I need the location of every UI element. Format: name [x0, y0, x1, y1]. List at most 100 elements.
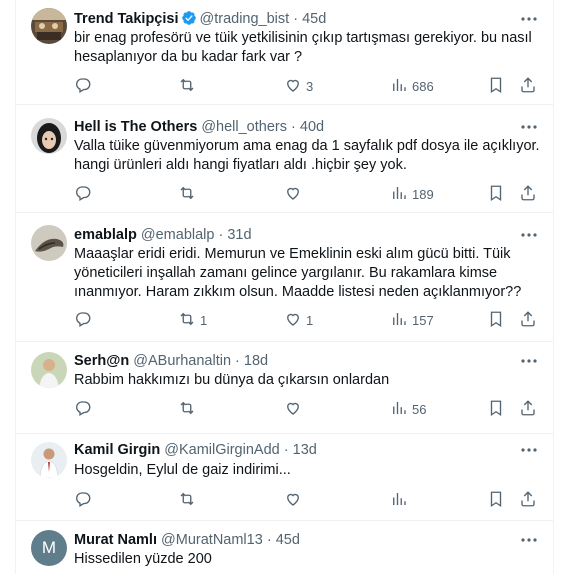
tweet-text: Maaaşlar eridi eridi. Memurun ve Emeklin…: [74, 246, 522, 300]
views-button[interactable]: 686: [390, 76, 434, 96]
more-options-icon[interactable]: [519, 118, 539, 136]
separator-dot: ·: [266, 532, 272, 548]
retweet-button[interactable]: [178, 184, 200, 204]
tweet-text: Rabbim hakkımızı bu dünya da çıkarsın on…: [74, 372, 390, 388]
timestamp[interactable]: 45d: [276, 532, 300, 548]
reply-button[interactable]: [74, 490, 96, 510]
views-button[interactable]: [390, 490, 412, 510]
share-icon: [519, 76, 537, 97]
views-button[interactable]: 157: [390, 310, 434, 330]
reply-icon: [74, 310, 92, 331]
tweet[interactable]: M Murat Namlı @MuratNaml13 · 45d Hissedi…: [16, 521, 553, 574]
retweet-icon: [178, 76, 196, 97]
author-handle[interactable]: @MuratNaml13: [161, 532, 263, 548]
share-button[interactable]: [519, 490, 537, 510]
separator-dot: ·: [293, 11, 299, 27]
avatar[interactable]: [31, 118, 67, 154]
tweet[interactable]: Serh@n @ABurhanaltin · 18d Rabbim hakkım…: [16, 342, 553, 434]
author-handle[interactable]: @emablalp: [141, 227, 215, 243]
more-options-icon[interactable]: [519, 531, 539, 549]
author-name[interactable]: emablalp: [74, 227, 137, 243]
tweet-text: Hissedilen yüzde 200: [74, 551, 212, 567]
reply-button[interactable]: [74, 399, 96, 419]
tweet[interactable]: Kamil Girgin @KamilGirginAdd · 13d Hosge…: [16, 434, 553, 521]
author-name[interactable]: Murat Namlı: [74, 532, 157, 548]
tweet-text: bir enag profesörü ve tüik yetkilisinin …: [74, 30, 532, 65]
timestamp[interactable]: 31d: [227, 227, 251, 243]
share-button[interactable]: [519, 399, 537, 419]
more-options-icon[interactable]: [519, 352, 539, 370]
views-button[interactable]: 189: [390, 184, 434, 204]
bookmark-icon: [487, 184, 505, 205]
analytics-icon: [390, 310, 408, 331]
author-name[interactable]: Kamil Girgin: [74, 442, 160, 458]
separator-dot: ·: [218, 227, 224, 243]
like-button[interactable]: [284, 184, 306, 204]
analytics-icon: [390, 184, 408, 205]
tweet[interactable]: Trend Takipçisi @trading_bist · 45d bir e…: [16, 0, 553, 105]
bookmark-icon: [487, 399, 505, 420]
timestamp[interactable]: 18d: [244, 353, 268, 369]
author-name[interactable]: Trend Takipçisi: [74, 11, 179, 27]
bookmark-button[interactable]: [487, 184, 505, 204]
retweet-icon: [178, 184, 196, 205]
share-button[interactable]: [519, 310, 537, 330]
tweet-text: Valla tüike güvenmiyorum ama enag da 1 s…: [74, 138, 540, 173]
author-name[interactable]: Hell is The Others: [74, 119, 197, 135]
bookmark-button[interactable]: [487, 399, 505, 419]
retweet-button[interactable]: 1: [178, 310, 207, 330]
like-button[interactable]: 1: [284, 310, 313, 330]
analytics-icon: [390, 76, 408, 97]
share-button[interactable]: [519, 76, 537, 96]
like-button[interactable]: 3: [284, 76, 313, 96]
reply-icon: [74, 76, 92, 97]
avatar[interactable]: [31, 352, 67, 388]
avatar[interactable]: [31, 442, 67, 478]
avatar-letter: M: [41, 538, 57, 557]
more-options-icon[interactable]: [519, 10, 539, 28]
tweet[interactable]: emablalp @emablalp · 31d Maaaşlar eridi …: [16, 213, 553, 342]
heart-icon: [284, 76, 302, 97]
author-name[interactable]: Serh@n: [74, 353, 129, 369]
bookmark-icon: [487, 490, 505, 511]
retweet-icon: [178, 490, 196, 511]
share-icon: [519, 399, 537, 420]
author-handle[interactable]: @hell_others: [201, 119, 287, 135]
more-options-icon[interactable]: [519, 441, 539, 459]
bookmark-button[interactable]: [487, 310, 505, 330]
reply-icon: [74, 399, 92, 420]
share-icon: [519, 310, 537, 331]
reply-button[interactable]: [74, 76, 96, 96]
retweet-button[interactable]: [178, 399, 200, 419]
timestamp[interactable]: 45d: [302, 11, 326, 27]
author-handle[interactable]: @KamilGirginAdd: [164, 442, 279, 458]
analytics-icon: [390, 490, 408, 511]
verified-badge-icon: [181, 10, 197, 31]
avatar[interactable]: M: [31, 530, 67, 566]
bookmark-button[interactable]: [487, 76, 505, 96]
author-handle[interactable]: @ABurhanaltin: [133, 353, 231, 369]
avatar[interactable]: [31, 8, 67, 44]
retweet-button[interactable]: [178, 490, 200, 510]
share-button[interactable]: [519, 184, 537, 204]
avatar[interactable]: [31, 225, 67, 261]
bookmark-button[interactable]: [487, 490, 505, 510]
author-handle[interactable]: @trading_bist: [200, 11, 290, 27]
share-icon: [519, 490, 537, 511]
heart-icon: [284, 399, 302, 420]
like-button[interactable]: [284, 490, 306, 510]
more-options-icon[interactable]: [519, 226, 539, 244]
reply-button[interactable]: [74, 310, 96, 330]
like-button[interactable]: [284, 399, 306, 419]
reply-icon: [74, 490, 92, 511]
heart-icon: [284, 310, 302, 331]
separator-dot: ·: [291, 119, 296, 135]
tweet[interactable]: Hell is The Others @hell_others · 40d Va…: [16, 105, 553, 213]
views-button[interactable]: 56: [390, 399, 426, 419]
bookmark-icon: [487, 310, 505, 331]
timestamp[interactable]: 13d: [293, 442, 317, 458]
heart-icon: [284, 184, 302, 205]
reply-button[interactable]: [74, 184, 96, 204]
retweet-button[interactable]: [178, 76, 200, 96]
timestamp[interactable]: 40d: [300, 119, 324, 135]
